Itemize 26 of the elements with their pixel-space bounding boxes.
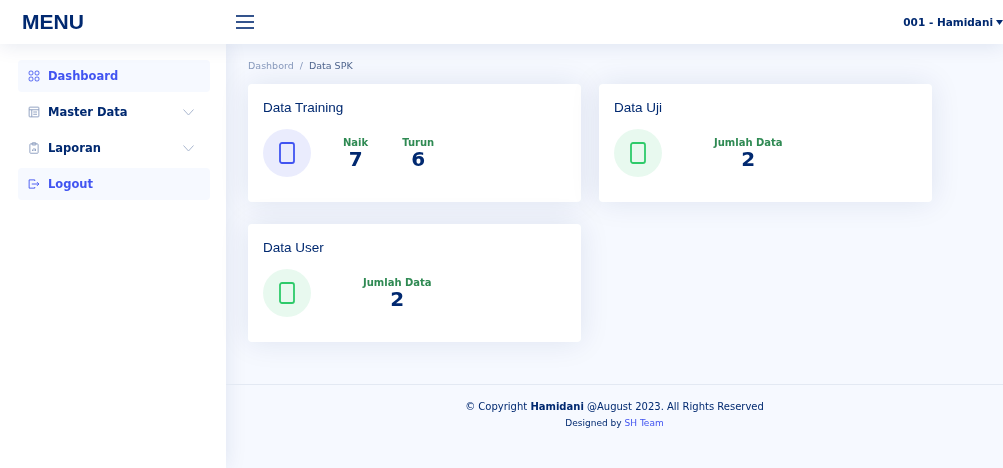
- copyright-text: © Copyright Hamidani @August 2023. All Rights Reserved: [465, 401, 764, 412]
- user-menu[interactable]: 001 - Hamidani: [903, 16, 993, 28]
- stat-label: Jumlah Data: [363, 276, 432, 288]
- stat-value: 2: [741, 147, 756, 170]
- logout-icon: [28, 178, 40, 190]
- sidebar-item[interactable]: Logout: [18, 168, 210, 200]
- card-title: Data Uji: [614, 100, 663, 115]
- card-title: Data User: [263, 240, 325, 255]
- caret-icon[interactable]: [996, 19, 1003, 25]
- card-title: Data Training: [263, 100, 345, 115]
- menu-icon[interactable]: [236, 15, 254, 29]
- breadcrumb-separator: /: [299, 60, 303, 71]
- stat-value: 6: [411, 147, 426, 170]
- grid-icon: [28, 70, 40, 82]
- logo: MENU: [22, 10, 84, 33]
- credit-text: Designed by: [565, 418, 622, 428]
- clipboard-icon: [28, 142, 40, 154]
- stat-label: Naik: [343, 136, 369, 148]
- stat-label: Turun: [402, 136, 435, 148]
- sidebar-item[interactable]: Dashboard: [18, 60, 210, 92]
- stat-value: 7: [348, 147, 363, 170]
- stat-value: 2: [390, 287, 405, 310]
- stat-label: Jumlah Data: [714, 136, 783, 148]
- team-link[interactable]: SH Team: [624, 418, 664, 428]
- table-icon: [28, 106, 40, 118]
- breadcrumb-current: Data SPK: [308, 60, 353, 71]
